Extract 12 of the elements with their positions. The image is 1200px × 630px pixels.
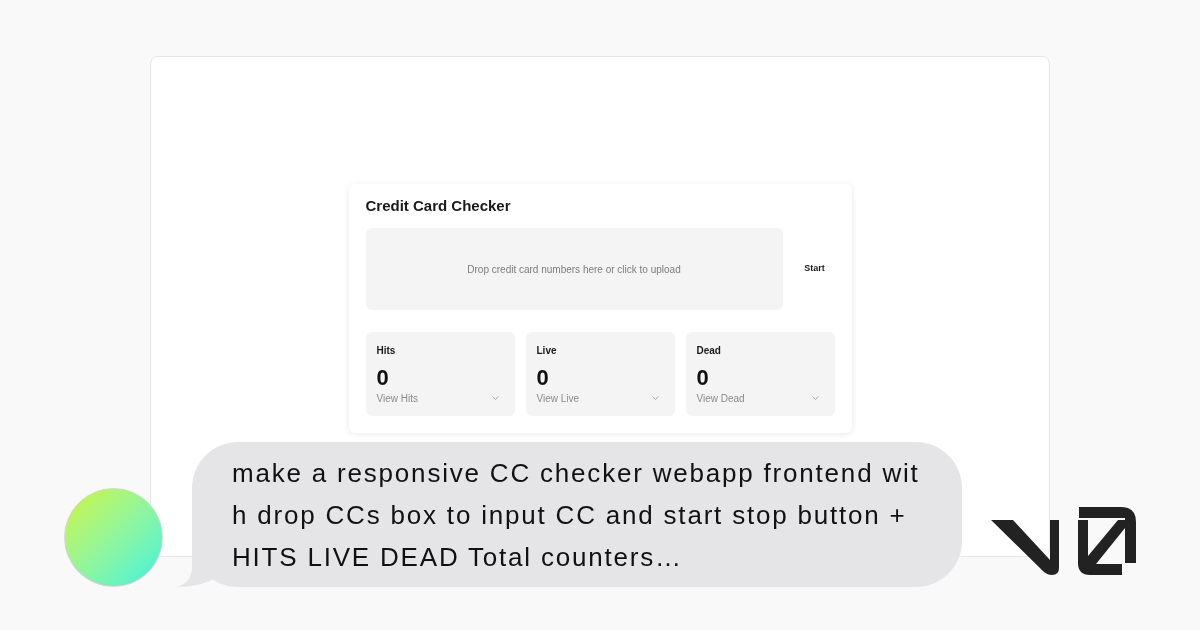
view-toggle[interactable]: View Live [536,390,664,406]
counter-label: Dead [696,344,722,358]
counter-label: Live [536,344,558,358]
card-title: Credit Card Checker [365,196,512,216]
message-text: make a responsive CC checker webapp frontend wit h drop CCs box to input CC and start stop button + HITS LIVE DEAD Total counters… [232,457,921,574]
counter-value: 0 [376,366,390,390]
drop-zone[interactable]: Drop credit card numbers here or click to upload [365,228,783,310]
counter-label: Hits [376,344,397,358]
view-toggle[interactable]: View Dead [696,390,824,406]
counter-value: 0 [696,366,710,390]
counter-value: 0 [536,366,550,390]
view-toggle[interactable]: View Hits [376,390,504,406]
